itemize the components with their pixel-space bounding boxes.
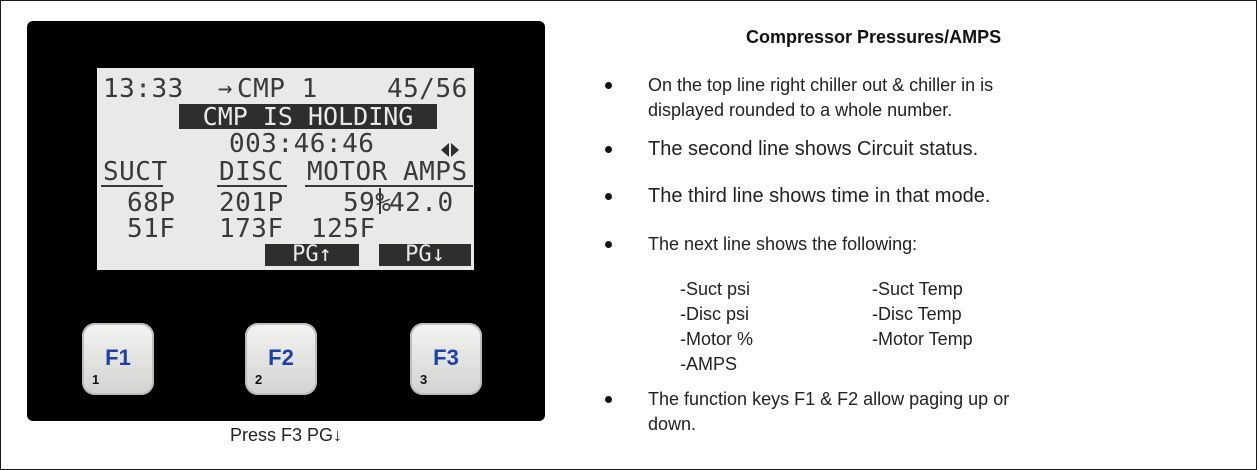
lcd-temps: 45/56 [387,74,468,104]
bullet-line: The next line shows the following: [648,234,918,254]
lcd-circuit: CMP 1 [237,74,318,104]
lcd-divider [379,188,381,214]
bullet-line: down. [648,414,697,434]
bullet-line: The function keys F1 & F2 allow paging u… [648,389,1010,409]
f2-key-button[interactable]: F2 2 [245,323,317,395]
lcd-page-down-softkey: PG↓ [379,244,471,266]
lcd-motor-temp: 125F [311,214,376,244]
sublist-item: -Disc Temp [872,304,962,324]
sublist-item: -Motor Temp [872,329,973,349]
sublist-item: -Motor % [680,329,754,349]
bullet-line: displayed rounded to a whole number. [648,100,953,120]
bullet-line: The second line shows Circuit status. [648,138,979,160]
lcd-left-arrow-icon [441,143,449,157]
bullet-icon [605,396,612,403]
lcd-header-suct: SUCT [103,157,168,187]
bullet-line: The third line shows time in that mode. [648,185,991,207]
lcd-underline [101,185,163,187]
lcd-header-disc: DISC [219,157,284,187]
f3-key-button[interactable]: F3 3 [410,323,482,395]
f3-key-number: 3 [420,372,428,387]
sublist-item: -Suct Temp [872,279,963,299]
lcd-suct-temp: 51F [127,214,176,244]
lcd-amps: 42.0 [389,188,454,218]
bullet-icon [605,82,612,89]
lcd-status: CMP IS HOLDING [179,104,437,129]
sublist-item: -Disc psi [680,304,750,324]
image-caption: Press F3 PG↓ [229,425,343,445]
sublist-item: -AMPS [680,354,738,374]
bullet-icon [605,193,612,200]
f2-key-label: F2 [268,345,294,370]
controller-panel: 13:33 → CMP 1 45/56 CMP IS HOLDING 003:4… [27,21,545,421]
lcd-header-motor: MOTOR [307,157,388,187]
bullet-line: On the top line right chiller out & chil… [648,75,994,95]
f2-key-number: 2 [255,372,263,387]
lcd-duration: 003:46:46 [229,129,375,159]
lcd-header-amps: AMPS [403,157,468,187]
f1-key-label: F1 [105,345,131,370]
bullet-icon [605,146,612,153]
lcd-right-arrow-icon [451,143,459,157]
section-title: Compressor Pressures/AMPS [746,27,1002,47]
lcd-screen: 13:33 → CMP 1 45/56 CMP IS HOLDING 003:4… [97,68,474,270]
bullet-icon [605,241,612,248]
lcd-underline [217,185,287,187]
f3-key-label: F3 [433,345,459,370]
lcd-disc-temp: 173F [219,214,284,244]
lcd-disc-psi: 201P [219,188,284,218]
lcd-time: 13:33 [103,74,184,104]
sublist-item: -Suct psi [680,279,751,299]
f1-key-number: 1 [92,372,100,387]
lcd-motor-pct: 59% [343,188,392,218]
lcd-page-up-softkey: PG↑ [265,244,359,266]
lcd-arrow-icon: → [218,74,233,102]
lcd-suct-psi: 68P [127,188,176,218]
lcd-underline [305,185,473,187]
f1-key-button[interactable]: F1 1 [82,323,154,395]
